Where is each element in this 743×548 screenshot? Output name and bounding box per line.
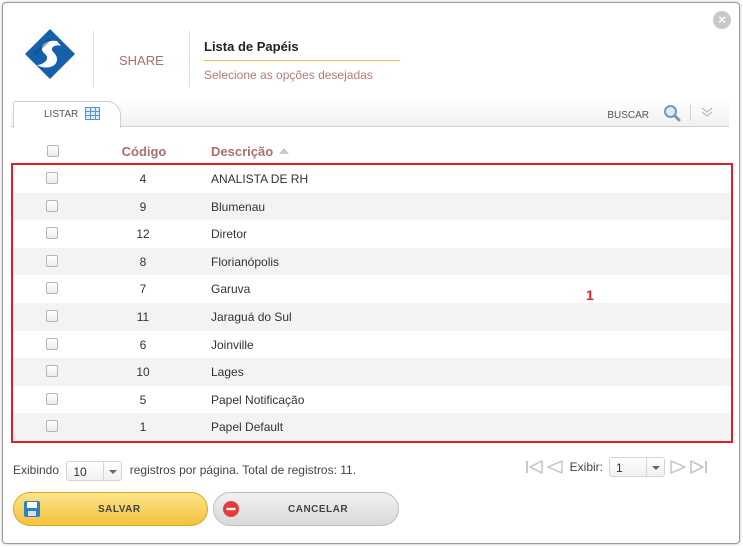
row-description: ANALISTA DE RH xyxy=(211,172,309,186)
row-code: 1 xyxy=(139,420,147,435)
row-checkbox[interactable] xyxy=(46,282,58,295)
dropdown-arrow-icon xyxy=(646,458,664,476)
row-checkbox[interactable] xyxy=(46,227,58,240)
table-row[interactable]: 1 Papel Default xyxy=(13,413,731,441)
table-row[interactable]: 8 Florianópolis xyxy=(13,247,731,276)
tab-bar: LISTAR BUSCAR xyxy=(11,99,729,128)
row-checkbox[interactable] xyxy=(46,337,58,350)
dialog-header: SHARE Lista de Papéis Selecione as opçõe… xyxy=(3,3,739,98)
dropdown-arrow-icon xyxy=(103,462,121,480)
grid-icon xyxy=(85,107,100,120)
tab-separator xyxy=(690,105,691,121)
page-title: Lista de Papéis xyxy=(204,39,299,54)
tab-listar[interactable]: LISTAR xyxy=(13,101,121,128)
row-code: 5 xyxy=(139,392,147,407)
row-description: Papel Notificação xyxy=(211,392,305,407)
table-row[interactable]: 5 Papel Notificação xyxy=(13,386,731,414)
title-underline xyxy=(204,60,400,61)
header-divider xyxy=(93,31,94,87)
share-logo xyxy=(25,29,75,79)
chevron-down-icon[interactable] xyxy=(699,104,715,120)
row-checkbox[interactable] xyxy=(46,365,58,378)
table-row[interactable]: 11 Jaraguá do Sul xyxy=(13,303,731,331)
records-text: registros por página. Total de registros… xyxy=(129,463,357,478)
page-size-select[interactable]: 10 xyxy=(66,461,123,481)
dialog: × SHARE Lista de Papéis Selecione as opç… xyxy=(2,2,740,544)
table-row[interactable]: 9 Blumenau xyxy=(13,192,731,221)
row-description: Papel Default xyxy=(211,420,284,435)
table-header: Código Descrição xyxy=(13,140,731,162)
page-size-value: 10 xyxy=(73,465,87,479)
row-description: Blumenau xyxy=(211,199,266,214)
sort-ascending-icon xyxy=(279,148,290,154)
table-row[interactable]: 4 ANALISTA DE RH xyxy=(13,165,731,193)
first-page-icon[interactable] xyxy=(524,458,544,476)
pager: Exibir: 1 xyxy=(524,455,709,479)
pagination-info: Exibindo 10 registros por página. Total … xyxy=(13,461,356,481)
select-all-checkbox[interactable] xyxy=(47,145,59,157)
floppy-disk-icon xyxy=(24,501,40,517)
row-code: 9 xyxy=(139,199,147,214)
row-code: 6 xyxy=(139,337,147,352)
header-divider xyxy=(189,31,190,87)
row-checkbox[interactable] xyxy=(46,392,58,405)
exibir-label: Exibir: xyxy=(569,460,603,474)
row-description: Diretor xyxy=(211,227,248,242)
row-description: Garuva xyxy=(211,282,251,297)
search-icon[interactable] xyxy=(663,104,681,122)
row-checkbox[interactable] xyxy=(46,199,58,212)
row-description: Jaraguá do Sul xyxy=(211,310,292,324)
column-description[interactable]: Descrição xyxy=(211,144,290,159)
row-description: Lages xyxy=(211,365,244,380)
annotation-label: 1 xyxy=(586,287,594,303)
cancel-icon xyxy=(223,501,239,517)
row-description: Joinville xyxy=(211,337,254,352)
table-row[interactable]: 6 Joinville xyxy=(13,331,731,359)
column-description-label: Descrição xyxy=(211,144,274,159)
showing-label: Exibindo xyxy=(13,463,60,478)
row-code: 4 xyxy=(139,172,147,186)
page-value: 1 xyxy=(616,461,623,475)
previous-page-icon[interactable] xyxy=(544,458,564,476)
row-code: 11 xyxy=(136,310,150,324)
column-code[interactable]: Código xyxy=(115,144,173,159)
row-description: Florianópolis xyxy=(211,254,280,269)
row-code: 12 xyxy=(136,227,150,242)
row-checkbox[interactable] xyxy=(46,420,58,433)
row-checkbox[interactable] xyxy=(46,172,58,184)
table-row[interactable]: 12 Diretor xyxy=(13,220,731,248)
app-name: SHARE xyxy=(119,53,164,68)
last-page-icon[interactable] xyxy=(689,458,709,476)
row-checkbox[interactable] xyxy=(46,310,58,322)
rows-highlight-box: 4 ANALISTA DE RH 9 Blumenau 12 Diretor 8… xyxy=(11,163,733,443)
save-button-label: SALVAR xyxy=(98,503,141,515)
row-code: 8 xyxy=(139,254,147,269)
row-checkbox[interactable] xyxy=(46,254,58,267)
buscar-label[interactable]: BUSCAR xyxy=(607,110,649,121)
save-button[interactable]: SALVAR xyxy=(13,492,208,526)
page-subtitle: Selecione as opções desejadas xyxy=(204,68,373,82)
page-select[interactable]: 1 xyxy=(609,457,665,477)
next-page-icon[interactable] xyxy=(669,458,689,476)
row-code: 10 xyxy=(136,365,150,380)
table-row[interactable]: 7 Garuva xyxy=(13,275,731,303)
tab-listar-label: LISTAR xyxy=(44,109,79,120)
table-row[interactable]: 10 Lages xyxy=(13,358,731,386)
row-code: 7 xyxy=(139,282,147,297)
cancel-button-label: CANCELAR xyxy=(288,503,349,515)
cancel-button[interactable]: CANCELAR xyxy=(213,492,399,526)
